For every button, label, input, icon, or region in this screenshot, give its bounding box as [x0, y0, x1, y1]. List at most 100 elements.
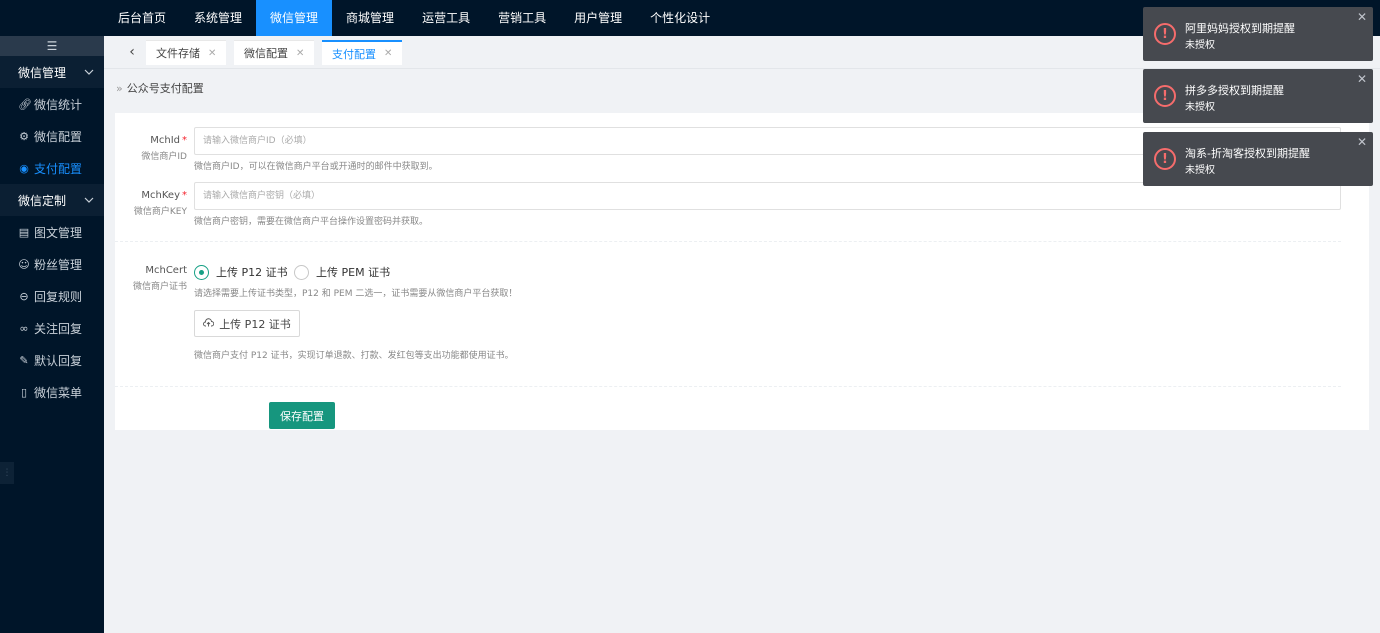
upload-p12-button[interactable]: 上传 P12 证书 — [194, 310, 300, 337]
sidebar-collapse-button[interactable]: ☰ — [0, 36, 104, 56]
close-icon[interactable]: ✕ — [208, 48, 216, 59]
upload-hint: 微信商户支付 P12 证书，实现订单退款、打款、发红包等支出功能都使用证书。 — [194, 351, 514, 361]
radio-pem[interactable]: 上传 PEM 证书 — [294, 264, 390, 280]
exclamation-circle-icon: ! — [1154, 85, 1176, 107]
exclamation-circle-icon: ! — [1154, 23, 1176, 45]
mchid-label-text: MchId — [150, 135, 180, 146]
topnav-item-home[interactable]: 后台首页 — [104, 0, 180, 36]
close-icon[interactable]: ✕ — [384, 48, 392, 59]
section-divider — [115, 386, 1341, 387]
topnav-item-mall[interactable]: 商城管理 — [332, 0, 408, 36]
chevron-left-icon[interactable]: ‹ — [122, 42, 142, 62]
tab-pay-config[interactable]: 支付配置 ✕ — [322, 40, 403, 65]
tab-wechat-config[interactable]: 微信配置 ✕ — [234, 40, 315, 65]
radio-circle-checked — [194, 264, 209, 280]
sidebar-item-label: 粉丝管理 — [34, 257, 83, 272]
mchcert-hint: 请选择需要上传证书类型，P12 和 PEM 二选一，证书需要从微信商户平台获取！ — [194, 289, 518, 299]
sidebar-item-wechat-menu[interactable]: ▯ 微信菜单 — [0, 376, 104, 408]
chevron-down-icon — [84, 195, 94, 206]
sidebar-item-default-reply[interactable]: ✎ 默认回复 — [0, 344, 104, 376]
topnav-item-operations[interactable]: 运营工具 — [408, 0, 484, 36]
chevron-down-icon — [84, 67, 94, 78]
radio-circle — [294, 264, 309, 280]
topnav-item-design[interactable]: 个性化设计 — [636, 0, 724, 36]
tab-label: 支付配置 — [332, 47, 376, 61]
topnav-item-system[interactable]: 系统管理 — [180, 0, 256, 36]
sidebar-item-pay-config[interactable]: ◉ 支付配置 — [0, 152, 104, 184]
link-icon: 🔗︎ — [18, 97, 32, 111]
sidebar-item-follow-reply[interactable]: ∞ 关注回复 — [0, 312, 104, 344]
mchcert-label: MchCert 微信商户证书 — [115, 265, 187, 292]
notification-taoxi: ! 淘系-折淘客授权到期提醒 未授权 ✕ — [1143, 132, 1373, 186]
radio-dot-icon: ◉ — [19, 161, 29, 175]
notification-message: 未授权 — [1185, 102, 1215, 113]
news-icon: ▤ — [18, 225, 30, 239]
save-config-button[interactable]: 保存配置 — [269, 402, 335, 429]
required-mark: * — [182, 190, 187, 201]
hamburger-icon: ☰ — [46, 39, 58, 53]
sidebar: ☰ 微信管理 🔗︎ 微信统计 ⚙︎ 微信配置 ◉ 支付配置 微信定制 ▤ 图文管… — [0, 36, 104, 633]
sidebar-item-reply-rules[interactable]: ⊖ 回复规则 — [0, 280, 104, 312]
notification-message: 未授权 — [1185, 40, 1215, 51]
sidebar-group-label: 微信管理 — [18, 65, 67, 80]
radio-label: 上传 PEM 证书 — [316, 266, 391, 279]
mchkey-sublabel: 微信商户KEY — [133, 207, 187, 217]
top-nav-menu: 后台首页 系统管理 微信管理 商城管理 运营工具 营销工具 用户管理 个性化设计 — [104, 0, 724, 36]
close-icon[interactable]: ✕ — [1357, 10, 1367, 24]
notification-pinduoduo: ! 拼多多授权到期提醒 未授权 ✕ — [1143, 69, 1373, 123]
gear-icon: ⚙︎ — [19, 129, 29, 143]
sidebar-item-wechat-config[interactable]: ⚙︎ 微信配置 — [0, 120, 104, 152]
sidebar-item-label: 微信统计 — [34, 97, 83, 112]
double-chevron-icon: » — [116, 81, 123, 95]
topnav-item-marketing[interactable]: 营销工具 — [484, 0, 560, 36]
sidebar-item-label: 图文管理 — [34, 225, 83, 240]
sidebar-item-news[interactable]: ▤ 图文管理 — [0, 216, 104, 248]
user-icon: ☺ — [18, 257, 30, 271]
sidebar-item-wechat-stats[interactable]: 🔗︎ 微信统计 — [0, 88, 104, 120]
notification-title: 阿里妈妈授权到期提醒 — [1185, 22, 1295, 35]
upload-button-label: 上传 P12 证书 — [219, 317, 291, 331]
infinity-icon: ∞ — [19, 321, 29, 335]
section-divider — [115, 241, 1341, 242]
topnav-item-users[interactable]: 用户管理 — [560, 0, 636, 36]
cloud-upload-icon — [203, 317, 215, 330]
phone-icon: ▯ — [20, 385, 28, 399]
sidebar-item-label: 默认回复 — [34, 353, 83, 368]
radio-label: 上传 P12 证书 — [216, 266, 288, 279]
mchcert-sublabel: 微信商户证书 — [132, 282, 187, 292]
mchkey-hint: 微信商户密钥，需要在微信商户平台操作设置密码并获取。 — [194, 217, 429, 227]
tab-file-storage[interactable]: 文件存储 ✕ — [146, 40, 227, 65]
sidebar-item-label: 关注回复 — [34, 321, 83, 336]
mchkey-input[interactable] — [194, 182, 1341, 210]
sidebar-drag-handle[interactable]: ⋮ — [0, 462, 14, 484]
notification-title: 拼多多授权到期提醒 — [1185, 84, 1284, 97]
mchid-hint: 微信商户ID，可以在微信商户平台或开通时的邮件中获取到。 — [194, 162, 438, 172]
sidebar-group-wechat-custom[interactable]: 微信定制 — [0, 184, 104, 216]
edit-icon: ✎ — [19, 353, 29, 367]
reply-icon: ⊖ — [19, 289, 29, 303]
sidebar-item-fans[interactable]: ☺ 粉丝管理 — [0, 248, 104, 280]
required-mark: * — [182, 135, 187, 146]
close-icon[interactable]: ✕ — [1357, 135, 1367, 149]
radio-p12[interactable]: 上传 P12 证书 — [194, 264, 288, 280]
mchkey-label-text: MchKey — [141, 190, 180, 201]
notification-message: 未授权 — [1185, 165, 1215, 176]
mchcert-label-text: MchCert — [145, 265, 187, 276]
topnav-item-wechat[interactable]: 微信管理 — [256, 0, 333, 36]
close-icon[interactable]: ✕ — [296, 48, 304, 59]
mchid-label: MchId * 微信商户ID — [115, 135, 187, 162]
sidebar-item-label: 支付配置 — [34, 161, 83, 176]
tab-label: 微信配置 — [244, 47, 288, 60]
notification-alimama: ! 阿里妈妈授权到期提醒 未授权 ✕ — [1143, 7, 1373, 61]
sidebar-item-label: 微信菜单 — [34, 385, 83, 400]
exclamation-circle-icon: ! — [1154, 148, 1176, 170]
sidebar-item-label: 回复规则 — [34, 289, 83, 304]
breadcrumb: » 公众号支付配置 — [116, 80, 204, 96]
sidebar-item-label: 微信配置 — [34, 129, 83, 144]
mchkey-label: MchKey * 微信商户KEY — [115, 190, 187, 217]
tab-label: 文件存储 — [156, 47, 200, 60]
breadcrumb-current: 公众号支付配置 — [126, 82, 204, 95]
close-icon[interactable]: ✕ — [1357, 72, 1367, 86]
mchid-sublabel: 微信商户ID — [141, 152, 187, 162]
sidebar-group-wechat-manage[interactable]: 微信管理 — [0, 56, 104, 88]
